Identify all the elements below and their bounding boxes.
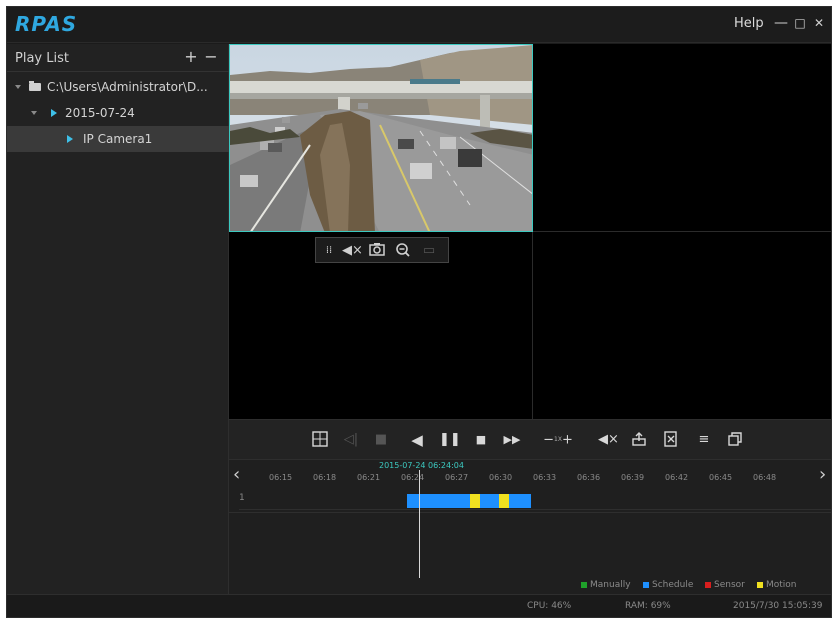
timeline-divider bbox=[229, 512, 831, 513]
speed-up-button[interactable]: + bbox=[562, 433, 573, 448]
window-icon[interactable] bbox=[726, 431, 744, 449]
folder-icon bbox=[29, 81, 41, 91]
legend-motion: Motion bbox=[757, 580, 797, 590]
ram-usage: RAM: 69% bbox=[625, 601, 671, 611]
close-button[interactable]: ✕ bbox=[811, 15, 827, 31]
remove-button[interactable]: − bbox=[203, 48, 219, 66]
add-button[interactable]: + bbox=[183, 48, 199, 66]
expand-icon[interactable] bbox=[15, 85, 21, 89]
timeline-panel[interactable]: ‹ › 2015-07-24 06:24:04 06:15 06:18 06:2… bbox=[229, 459, 831, 594]
tree-item-label: IP Camera1 bbox=[83, 132, 153, 146]
video-grid: ⁞⁞ ◀× ▭ bbox=[229, 44, 831, 419]
current-time-label: 2015-07-24 06:24:04 bbox=[379, 461, 464, 470]
play-icon bbox=[67, 135, 73, 143]
video-cell-4[interactable] bbox=[533, 232, 831, 419]
tick-label: 06:39 bbox=[621, 473, 645, 482]
tree-item-label: C:\Users\Administrator\D... bbox=[47, 80, 208, 94]
play-icon bbox=[51, 109, 57, 117]
status-datetime: 2015/7/30 15:05:39 bbox=[733, 601, 823, 611]
app-logo: RPAS bbox=[15, 12, 78, 36]
snapshot-icon[interactable] bbox=[368, 242, 386, 260]
legend-sensor: Sensor bbox=[705, 580, 745, 590]
motion-record-segment[interactable] bbox=[499, 494, 509, 508]
tick-label: 06:18 bbox=[313, 473, 337, 482]
tick-label: 06:42 bbox=[665, 473, 689, 482]
playback-controls: ◁| ■ ◀ ❚❚ ■ ▶▶ −1X+ ◀× ≡ bbox=[229, 419, 831, 459]
speed-control[interactable]: −1X+ bbox=[536, 431, 580, 449]
motion-record-segment[interactable] bbox=[470, 494, 480, 508]
tick-label: 06:48 bbox=[753, 473, 777, 482]
tree-item-label: 2015-07-24 bbox=[65, 106, 135, 120]
fullscreen-icon[interactable]: ▭ bbox=[420, 242, 438, 260]
minimize-button[interactable]: — bbox=[773, 15, 789, 31]
export-icon[interactable] bbox=[630, 431, 648, 449]
camera-feed-image bbox=[230, 45, 532, 231]
timeline-next-icon[interactable]: › bbox=[819, 464, 826, 485]
prev-frame-icon[interactable]: ◁| bbox=[342, 431, 360, 449]
tick-label: 06:27 bbox=[445, 473, 469, 482]
mute-icon[interactable]: ◀× bbox=[342, 242, 363, 260]
tick-label: 06:15 bbox=[269, 473, 293, 482]
expand-icon[interactable] bbox=[31, 111, 37, 115]
pause-icon[interactable]: ❚❚ bbox=[439, 431, 461, 449]
mute-icon[interactable]: ◀× bbox=[598, 431, 619, 449]
rewind-icon[interactable]: ◀ bbox=[408, 431, 426, 449]
camera-toolbar: ⁞⁞ ◀× ▭ bbox=[315, 237, 449, 263]
legend-label: Manually bbox=[590, 580, 631, 590]
legend-schedule: Schedule bbox=[643, 580, 693, 590]
video-cell-1-camera-feed[interactable] bbox=[229, 44, 533, 232]
tick-label: 06:45 bbox=[709, 473, 733, 482]
fast-forward-icon[interactable]: ▶▶ bbox=[503, 431, 521, 449]
play-list-title: Play List bbox=[15, 51, 69, 66]
speed-down-button[interactable]: − bbox=[543, 433, 554, 448]
legend-swatch bbox=[757, 581, 763, 588]
track-number: 1 bbox=[239, 493, 245, 503]
legend-manually: Manually bbox=[581, 580, 631, 590]
tick-label: 06:24 bbox=[401, 473, 425, 482]
title-bar: RPAS Help — □ ✕ bbox=[7, 7, 831, 43]
video-cell-2[interactable] bbox=[533, 44, 831, 231]
cpu-usage: CPU: 46% bbox=[527, 601, 572, 611]
tick-label: 06:30 bbox=[489, 473, 513, 482]
schedule-record-segment[interactable] bbox=[407, 494, 531, 508]
timeline-track[interactable]: 1 bbox=[239, 488, 831, 510]
play-list-header: Play List + − bbox=[7, 44, 229, 72]
stop-dim-icon[interactable]: ■ bbox=[372, 431, 390, 449]
tree-item-date[interactable]: 2015-07-24 bbox=[7, 100, 229, 126]
stop-icon[interactable]: ■ bbox=[472, 431, 490, 449]
layout-icon[interactable] bbox=[311, 431, 329, 449]
legend-swatch bbox=[705, 581, 711, 588]
legend-label: Sensor bbox=[714, 580, 745, 590]
help-menu[interactable]: Help bbox=[734, 16, 764, 31]
legend-label: Schedule bbox=[652, 580, 694, 590]
tree-item-folder[interactable]: C:\Users\Administrator\D... bbox=[7, 74, 229, 100]
speed-value: 1X bbox=[554, 436, 562, 443]
drag-handle-icon[interactable]: ⁞⁞ bbox=[320, 242, 338, 260]
timeline-prev-icon[interactable]: ‹ bbox=[233, 464, 240, 485]
list-icon[interactable]: ≡ bbox=[695, 431, 713, 449]
status-bar: CPU: 46% RAM: 69% 2015/7/30 15:05:39 bbox=[7, 594, 831, 617]
playhead-cursor[interactable] bbox=[419, 470, 420, 578]
play-list-panel: Play List + − C:\Users\Administrator\D..… bbox=[7, 44, 229, 594]
tree-item-camera[interactable]: IP Camera1 bbox=[7, 126, 229, 152]
legend-swatch bbox=[581, 581, 587, 588]
clip-icon[interactable] bbox=[662, 431, 680, 449]
legend-swatch bbox=[643, 581, 649, 588]
maximize-button[interactable]: □ bbox=[792, 15, 808, 31]
app-window: RPAS Help — □ ✕ Play List + − C:\Users\A… bbox=[6, 6, 832, 618]
tick-label: 06:33 bbox=[533, 473, 557, 482]
zoom-icon[interactable] bbox=[394, 242, 412, 260]
tick-label: 06:36 bbox=[577, 473, 601, 482]
tick-label: 06:21 bbox=[357, 473, 381, 482]
legend-label: Motion bbox=[766, 580, 797, 590]
